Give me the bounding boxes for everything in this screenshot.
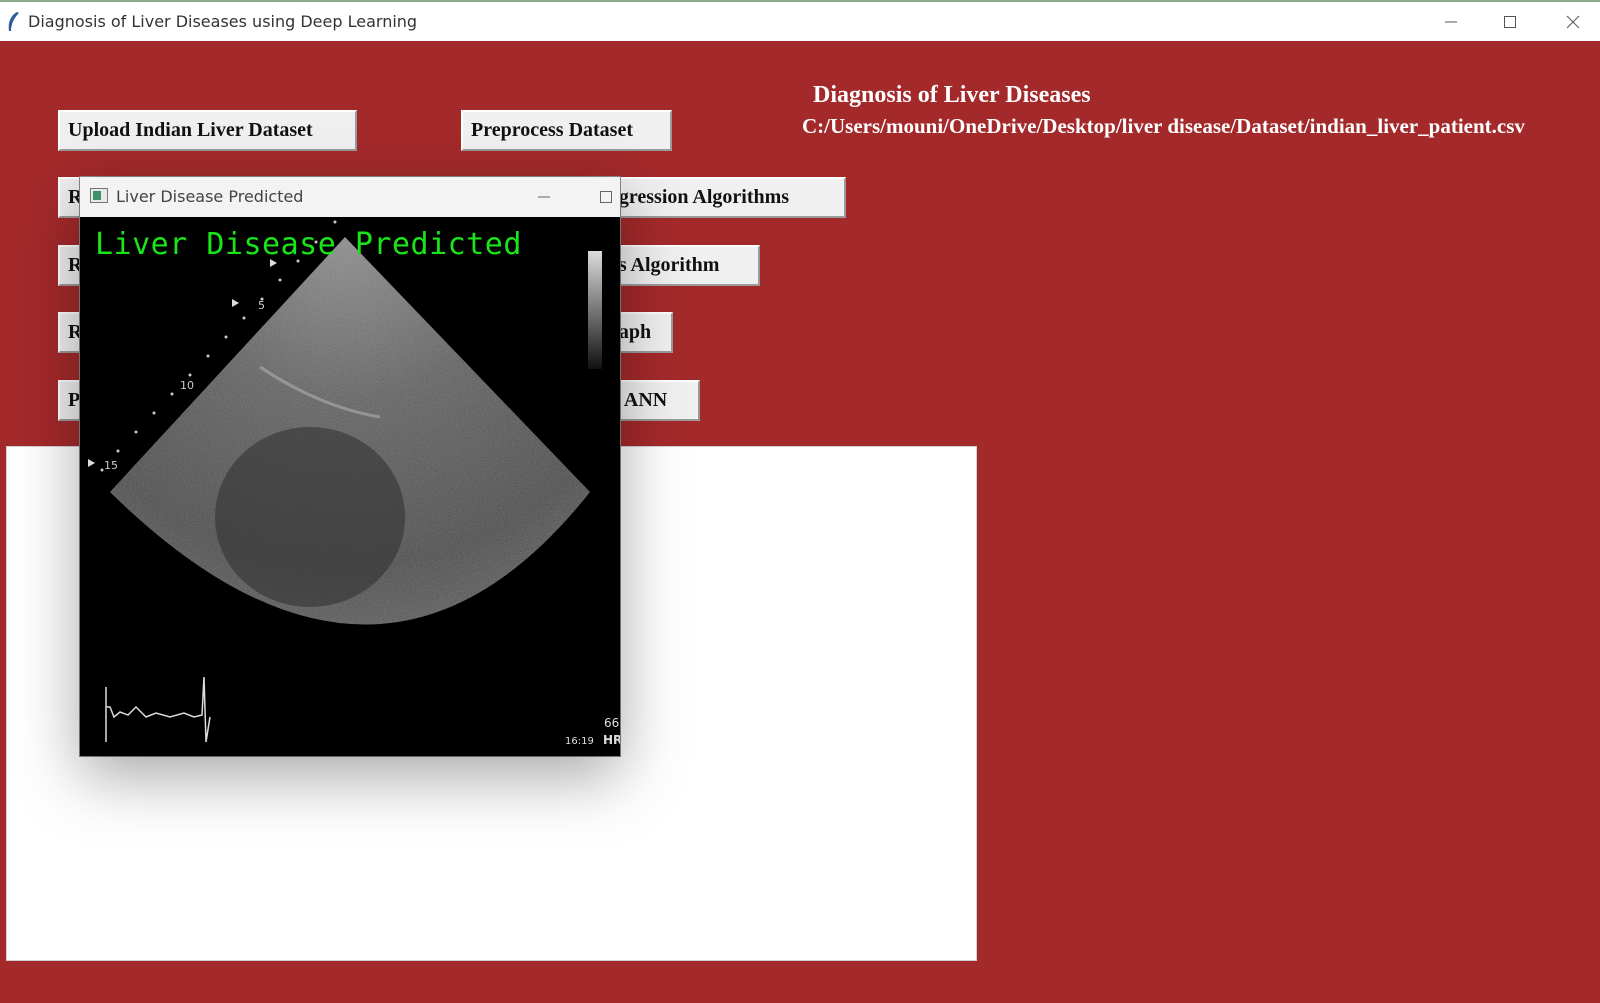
popup-minimize-button[interactable]	[524, 183, 564, 211]
close-icon	[1566, 15, 1580, 29]
maximize-icon	[600, 191, 612, 203]
popup-maximize-button[interactable]	[586, 183, 620, 211]
hr-value: 66	[604, 716, 619, 730]
image-window-icon	[90, 188, 108, 203]
algorithm-button[interactable]: es Algorithm	[600, 245, 760, 286]
popup-titlebar: Liver Disease Predicted	[80, 177, 620, 217]
prediction-popup-window: Liver Disease Predicted 5 10 15 66 16:19…	[80, 177, 620, 756]
hr-label: HR	[603, 733, 620, 747]
dataset-path-label: C:/Users/mouni/OneDrive/Desktop/liver di…	[802, 114, 1525, 138]
window-title: Diagnosis of Liver Diseases using Deep L…	[28, 12, 418, 31]
grayscale-bar	[588, 251, 602, 369]
upload-dataset-button[interactable]: Upload Indian Liver Dataset	[58, 110, 357, 151]
maximize-icon	[1504, 16, 1516, 28]
preprocess-dataset-button[interactable]: Preprocess Dataset	[461, 110, 672, 151]
feather-icon	[8, 12, 19, 31]
ultrasound-image: 5 10 15 66 16:19 HR	[80, 217, 620, 756]
app-heading: Diagnosis of Liver Diseases	[813, 82, 1091, 108]
popup-title: Liver Disease Predicted	[116, 187, 304, 206]
depth-mark-5: 5	[258, 299, 265, 312]
minimize-icon	[1445, 21, 1457, 23]
regression-algorithms-button[interactable]: egression Algorithms	[600, 177, 846, 218]
minimize-icon	[538, 196, 550, 198]
minimize-button[interactable]	[1428, 8, 1474, 36]
time-label: 16:19	[565, 736, 594, 747]
window-titlebar: Diagnosis of Liver Diseases using Deep L…	[0, 0, 1600, 41]
close-button[interactable]	[1550, 8, 1596, 36]
depth-mark-15: 15	[104, 459, 118, 472]
maximize-button[interactable]	[1487, 8, 1533, 36]
prediction-label: Liver Disease Predicted	[95, 227, 522, 262]
depth-mark-10: 10	[180, 379, 194, 392]
